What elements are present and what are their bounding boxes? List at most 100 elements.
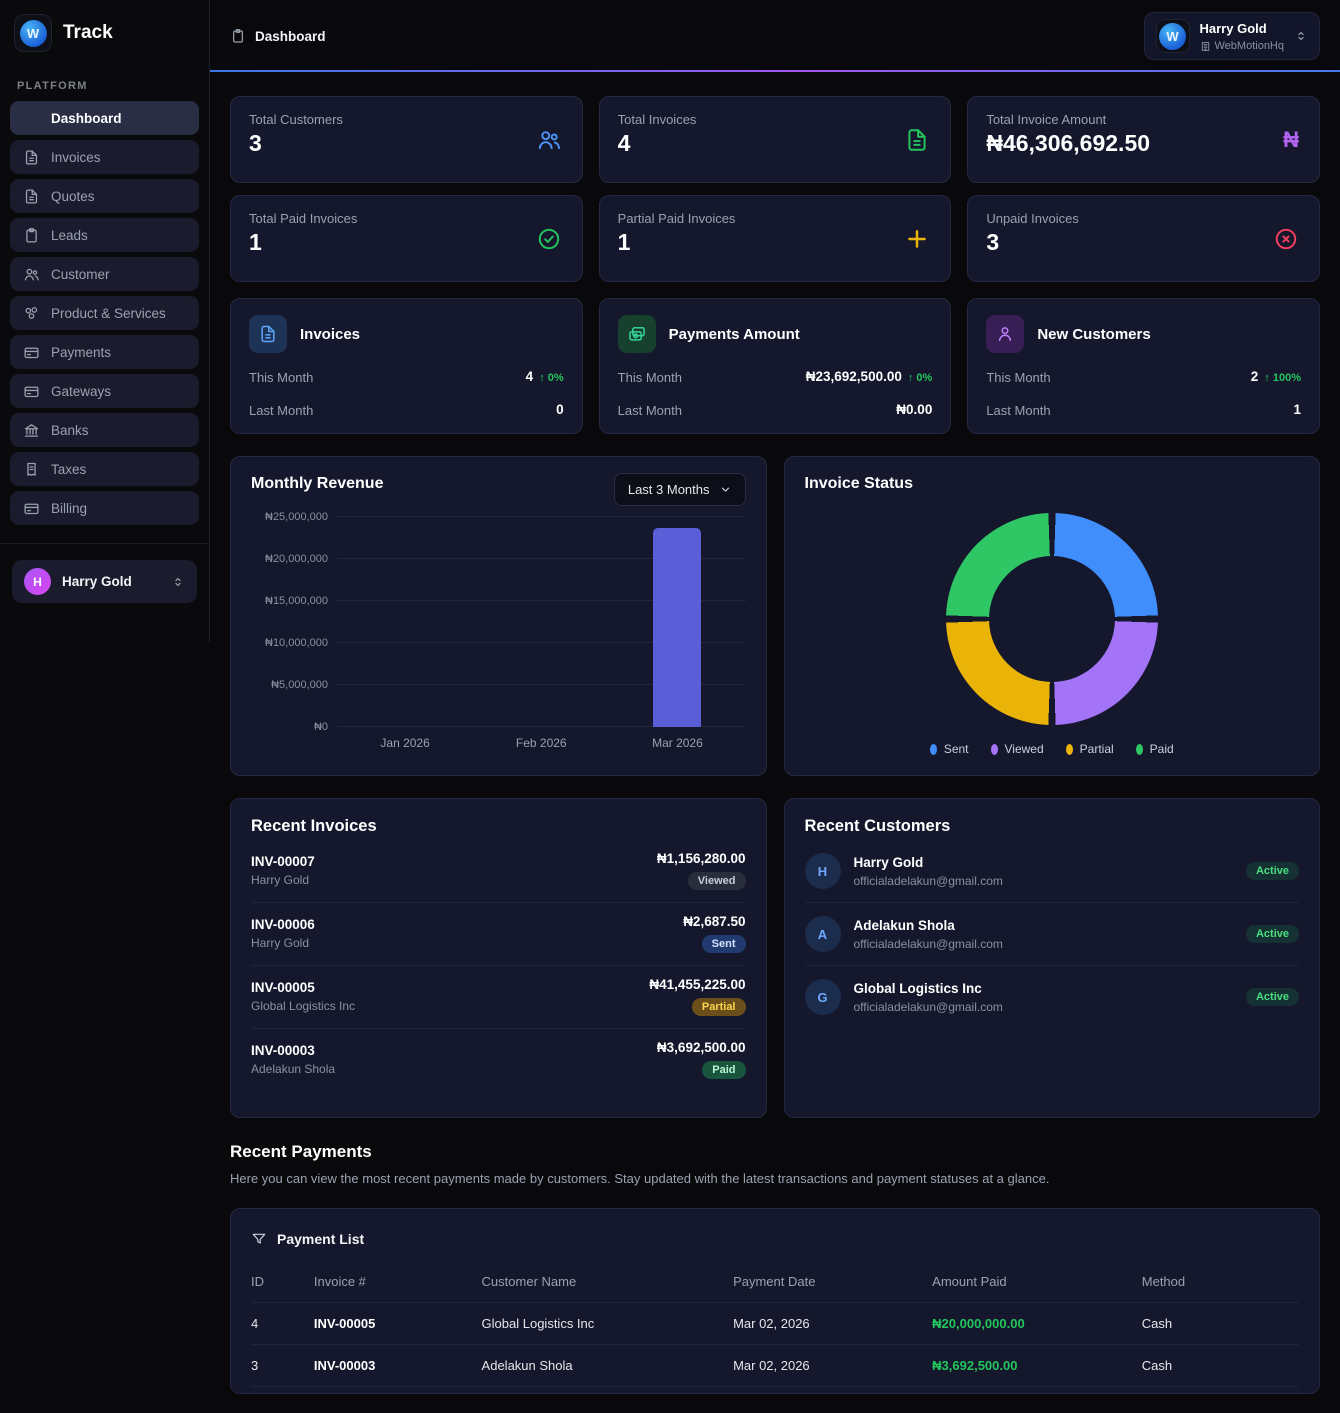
sidebar-item-product-services[interactable]: Product & Services xyxy=(10,296,199,330)
stat-cards-row-1: Total Customers3Total Invoices4Total Inv… xyxy=(230,96,1320,183)
recent-lists-row: Recent Invoices INV-00007Harry Gold₦1,15… xyxy=(230,798,1320,1118)
receipt-icon xyxy=(23,461,40,478)
invoice-list-item[interactable]: INV-00006Harry Gold₦2,687.50Sent xyxy=(251,903,746,966)
users-icon xyxy=(536,127,562,153)
cell-date: Mar 02, 2026 xyxy=(733,1316,932,1331)
status-badge: Active xyxy=(1246,862,1299,880)
invoice-customer: Harry Gold xyxy=(251,873,315,887)
header-user-menu[interactable]: W Harry Gold WebMotionHq xyxy=(1144,12,1321,60)
x-axis-labels: Jan 2026Feb 2026Mar 2026 xyxy=(337,736,746,750)
user-icon xyxy=(995,324,1015,344)
sidebar-item-payments[interactable]: Payments xyxy=(10,335,199,369)
recent-payments-title: Recent Payments xyxy=(230,1142,1320,1162)
sidebar-user-menu[interactable]: H Harry Gold xyxy=(12,560,197,603)
bank-icon xyxy=(23,422,40,439)
icon-placeholder xyxy=(23,110,40,127)
summary-card-title: Payments Amount xyxy=(669,326,800,343)
legend-item-viewed[interactable]: Viewed xyxy=(991,742,1044,756)
legend-dot xyxy=(1066,744,1073,755)
main-area: Dashboard W Harry Gold WebMotionHq Total… xyxy=(210,0,1340,1413)
sidebar-user-name: Harry Gold xyxy=(62,574,160,589)
summary-icon-tile xyxy=(618,315,656,353)
status-badge: Viewed xyxy=(688,872,746,890)
stat-card-total-paid-invoices: Total Paid Invoices1 xyxy=(230,195,583,282)
metric-label: This Month xyxy=(249,370,313,385)
revenue-range-select[interactable]: Last 3 Months xyxy=(614,473,746,506)
stat-card-value: 1 xyxy=(618,230,933,255)
cell-customer: Global Logistics Inc xyxy=(482,1316,734,1331)
customer-name: Adelakun Shola xyxy=(854,918,1233,933)
legend-item-paid[interactable]: Paid xyxy=(1136,742,1174,756)
metric-value-wrap: 2↑ 100% xyxy=(1251,368,1301,386)
invoice-amount: ₦1,156,280.00 xyxy=(657,851,746,866)
customer-email: officialadelakun@gmail.com xyxy=(854,874,1233,888)
summary-card-invoices: InvoicesThis Month4↑ 0%Last Month0 xyxy=(230,298,583,434)
customer-email: officialadelakun@gmail.com xyxy=(854,1000,1233,1014)
table-row[interactable]: 3INV-00003Adelakun SholaMar 02, 2026₦3,6… xyxy=(251,1345,1299,1387)
sidebar-item-banks[interactable]: Banks xyxy=(10,413,199,447)
customer-list-item[interactable]: HHarry Goldofficialadelakun@gmail.comAct… xyxy=(805,840,1300,903)
org-logo-icon: W xyxy=(1156,19,1190,53)
sidebar-item-leads[interactable]: Leads xyxy=(10,218,199,252)
invoice-amount: ₦2,687.50 xyxy=(683,914,745,929)
sidebar-section-label: PLATFORM xyxy=(0,60,209,101)
section-title: Recent Customers xyxy=(805,817,1300,836)
invoice-list-item[interactable]: INV-00003Adelakun Shola₦3,692,500.00Paid xyxy=(251,1029,746,1091)
x-tick-label: Mar 2026 xyxy=(609,736,745,750)
sidebar-item-gateways[interactable]: Gateways xyxy=(10,374,199,408)
customer-info: Harry Goldofficialadelakun@gmail.com xyxy=(854,855,1233,888)
recent-customers-card: Recent Customers HHarry Goldofficialadel… xyxy=(784,798,1321,1118)
stat-card-total-invoice-amount: Total Invoice Amount₦46,306,692.50₦ xyxy=(967,96,1320,183)
sidebar-item-customer[interactable]: Customer xyxy=(10,257,199,291)
avatar: H xyxy=(24,568,51,595)
stat-card-label: Partial Paid Invoices xyxy=(618,211,933,226)
check-circle-icon xyxy=(536,226,562,252)
chevron-up-down-icon xyxy=(1294,29,1308,43)
donut-chart: Sent Viewed Partial Paid xyxy=(805,513,1300,756)
sidebar-item-quotes[interactable]: Quotes xyxy=(10,179,199,213)
table-row[interactable]: 4INV-00005Global Logistics IncMar 02, 20… xyxy=(251,1303,1299,1345)
sidebar-nav: Dashboard Invoices Quotes Leads Customer Prod… xyxy=(0,101,209,525)
invoice-amount: ₦3,692,500.00 xyxy=(657,1040,746,1055)
invoice-amount-wrap: ₦2,687.50 Sent xyxy=(683,914,745,953)
sidebar-item-taxes[interactable]: Taxes xyxy=(10,452,199,486)
chevron-up-down-icon xyxy=(171,575,185,589)
recent-invoices-list: INV-00007Harry Gold₦1,156,280.00ViewedIN… xyxy=(251,840,746,1091)
legend-label: Viewed xyxy=(1005,742,1044,756)
clipboard-icon xyxy=(23,227,40,244)
metric-label: This Month xyxy=(986,370,1050,385)
status-badge: Sent xyxy=(702,935,746,953)
metric-value-wrap: 0 xyxy=(556,401,564,419)
sidebar-item-invoices[interactable]: Invoices xyxy=(10,140,199,174)
sidebar-item-billing[interactable]: Billing xyxy=(10,491,199,525)
sidebar-item-dashboard[interactable]: Dashboard xyxy=(10,101,199,135)
customer-list-item[interactable]: GGlobal Logistics Incofficialadelakun@gm… xyxy=(805,966,1300,1028)
coins-icon xyxy=(23,305,40,322)
column-header: Invoice # xyxy=(314,1274,482,1289)
invoice-list-item[interactable]: INV-00005Global Logistics Inc₦41,455,225… xyxy=(251,966,746,1029)
metric-value-wrap: 1 xyxy=(1293,401,1301,419)
brand-logo-icon: W xyxy=(14,14,52,52)
bar-column xyxy=(473,517,609,727)
sidebar-item-label: Dashboard xyxy=(51,111,122,126)
customer-list-item[interactable]: AAdelakun Sholaofficialadelakun@gmail.co… xyxy=(805,903,1300,966)
recent-payments-subtitle: Here you can view the most recent paymen… xyxy=(230,1171,1320,1186)
sidebar-divider xyxy=(0,543,209,544)
invoice-number: INV-00006 xyxy=(251,917,315,932)
legend-item-sent[interactable]: Sent xyxy=(930,742,969,756)
legend-label: Paid xyxy=(1150,742,1174,756)
stat-card-total-invoices: Total Invoices4 xyxy=(599,96,952,183)
summary-icon-tile xyxy=(986,315,1024,353)
payment-list-title: Payment List xyxy=(277,1231,364,1247)
brand-letter: W xyxy=(20,20,47,47)
metric-label: Last Month xyxy=(986,403,1050,418)
stat-card-partial-paid-invoices: Partial Paid Invoices 1 xyxy=(599,195,952,282)
invoice-list-item[interactable]: INV-00007Harry Gold₦1,156,280.00Viewed xyxy=(251,840,746,903)
cell-invoice: INV-00005 xyxy=(314,1316,482,1331)
stat-card-label: Total Invoice Amount xyxy=(986,112,1301,127)
card-icon xyxy=(23,500,40,517)
column-header: Amount Paid xyxy=(932,1274,1142,1289)
sidebar: W Track PLATFORM DashboardInvoicesQuotes… xyxy=(0,0,210,1413)
stat-card-value: 3 xyxy=(986,230,1301,255)
legend-item-partial[interactable]: Partial xyxy=(1066,742,1114,756)
